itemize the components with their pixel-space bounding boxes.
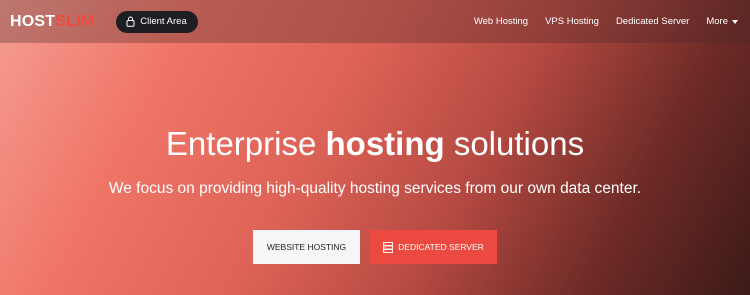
headline-regular: Enterprise (165, 125, 317, 162)
brand-logo[interactable]: HOST SLIM (10, 13, 94, 31)
server-icon (383, 241, 394, 253)
nav-links: Web Hosting VPS Hosting Dedicated Server… (457, 16, 740, 27)
website-hosting-label: WEBSITE HOSTING (266, 242, 347, 252)
brand-logo-slim: SLIM (55, 12, 95, 30)
hero-headline: Enterprise hosting solutions (0, 125, 750, 163)
nav-more-label: More (706, 16, 728, 27)
dedicated-server-label: DEDICATED SERVER (398, 242, 484, 252)
nav-link-web-hosting[interactable]: Web Hosting (474, 16, 528, 27)
hero-subline: We focus on providing high-quality hosti… (108, 180, 642, 197)
dedicated-server-button[interactable]: DEDICATED SERVER (370, 230, 497, 264)
lock-icon (126, 16, 135, 27)
nav-link-vps-hosting[interactable]: VPS Hosting (545, 16, 599, 27)
client-area-label: Client Area (140, 16, 187, 27)
nav-link-dedicated-server[interactable]: Dedicated Server (616, 16, 689, 27)
hero-buttons: WEBSITE HOSTING DEDICATED SERVER (0, 230, 750, 264)
chevron-down-icon (732, 19, 738, 24)
top-navbar: HOST SLIM Client Area Web Hosting VPS Hos… (0, 0, 750, 43)
headline-tail: solutions (453, 125, 585, 162)
headline-bold: hosting (325, 125, 445, 162)
brand-logo-host: HOST (10, 12, 56, 30)
website-hosting-button[interactable]: WEBSITE HOSTING (253, 230, 360, 264)
nav-more-dropdown[interactable]: More (706, 16, 738, 27)
hero-section: Enterprise hosting solutions We focus on… (0, 43, 750, 295)
client-area-button[interactable]: Client Area (116, 10, 198, 33)
